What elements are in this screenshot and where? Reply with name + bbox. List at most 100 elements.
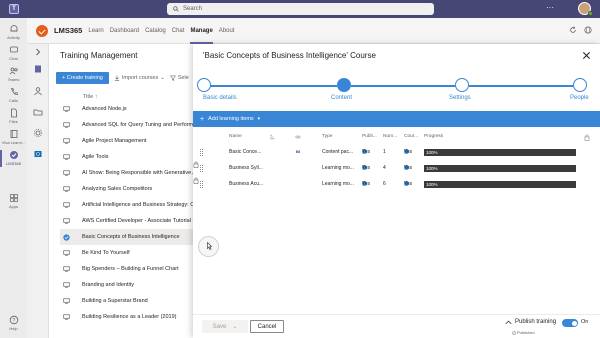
file-icon bbox=[10, 108, 17, 118]
filter-icon bbox=[169, 75, 176, 81]
rail-item-chat[interactable]: Chat bbox=[0, 45, 27, 61]
step-label-content[interactable]: Content bbox=[331, 95, 352, 101]
training-management-panel: Training Management + Create training Im… bbox=[49, 44, 199, 338]
column-header-title[interactable]: Title ↑ bbox=[83, 94, 97, 100]
rail-item-teams[interactable]: Teams bbox=[0, 66, 27, 82]
save-button[interactable]: Save ⌄ bbox=[202, 320, 248, 333]
progress-bar: 100% bbox=[424, 181, 576, 188]
column-header-course[interactable]: Cour... bbox=[404, 134, 418, 139]
list-item[interactable]: Agile Tools bbox=[60, 149, 199, 165]
select-filter-button[interactable]: Sele bbox=[169, 75, 189, 81]
step-label-basic-details[interactable]: Basic details bbox=[203, 95, 237, 101]
publish-toggle[interactable] bbox=[562, 319, 578, 327]
book-icon bbox=[10, 130, 17, 138]
column-header-number[interactable]: Num... bbox=[383, 134, 397, 139]
item-name[interactable]: Business Syll... bbox=[229, 165, 263, 171]
tab-about[interactable]: About bbox=[219, 18, 235, 44]
step-label-settings[interactable]: Settings bbox=[449, 95, 471, 101]
create-training-button[interactable]: + Create training bbox=[56, 72, 109, 84]
step-node-settings[interactable] bbox=[455, 78, 469, 92]
search-input[interactable]: Search bbox=[167, 3, 434, 15]
courses-icon[interactable] bbox=[33, 64, 43, 74]
cancel-button[interactable]: Cancel bbox=[250, 320, 284, 333]
lms-icon bbox=[9, 151, 18, 159]
progress-label: 100% bbox=[426, 182, 438, 187]
list-item[interactable]: Agile Project Management bbox=[60, 133, 199, 149]
table-row[interactable]: Basic Conce... BI Content pac... Yes 1 Yes 100… bbox=[193, 145, 600, 161]
rail-item-calls[interactable]: Calls bbox=[0, 87, 27, 103]
app-tabs: Learn Dashboard Catalog Chat Manage Abou… bbox=[88, 18, 240, 44]
page-title: Training Management bbox=[60, 51, 138, 60]
refresh-icon[interactable] bbox=[569, 26, 577, 34]
select-label: Sele bbox=[177, 75, 189, 81]
column-header-progress[interactable]: Progress bbox=[424, 134, 443, 139]
tab-dashboard[interactable]: Dashboard bbox=[110, 18, 139, 44]
rail-item-activity[interactable]: Activity bbox=[0, 24, 27, 40]
folder-icon[interactable] bbox=[33, 107, 43, 117]
list-toolbar: + Create training Import courses ⌄ Sele bbox=[56, 72, 189, 84]
list-item-label: Building a Superstar Brand bbox=[82, 298, 148, 304]
rail-label: Viva Learni... bbox=[1, 140, 26, 145]
list-item[interactable]: Building Resilience as a Leader (2019) bbox=[60, 309, 199, 325]
step-node-people[interactable] bbox=[573, 78, 587, 92]
course-icon bbox=[60, 154, 72, 160]
rail-item-files[interactable]: Files bbox=[0, 108, 27, 124]
step-label-people[interactable]: People bbox=[570, 95, 589, 101]
step-node-basic-details[interactable] bbox=[197, 78, 211, 92]
list-item[interactable]: Be Kind To Yourself bbox=[60, 245, 199, 261]
add-learning-items-button[interactable]: + Add learning items ▾ bbox=[193, 111, 600, 127]
cancel-label: Cancel bbox=[257, 323, 277, 330]
sort-icon[interactable] bbox=[269, 134, 275, 140]
column-header-type[interactable]: Type bbox=[322, 134, 332, 139]
item-name[interactable]: Basic Conce... bbox=[229, 149, 261, 155]
tab-chat[interactable]: Chat bbox=[172, 18, 185, 44]
list-item-label: AWS Certified Developer - Associate Tuto… bbox=[82, 218, 195, 224]
rail-item-viva-learning[interactable]: Viva Learni... bbox=[0, 129, 27, 145]
progress-label: 100% bbox=[426, 166, 438, 171]
outlook-icon[interactable]: O bbox=[33, 149, 43, 159]
column-header-published[interactable]: Publi... bbox=[362, 134, 377, 139]
list-item-label: AI Show: Being Responsible with Generati… bbox=[82, 170, 197, 176]
table-row[interactable]: Business Acu... Learning mo... Yes 6 Yes 100% bbox=[193, 177, 600, 193]
rail-item-lms365[interactable]: LMS365 bbox=[0, 150, 27, 167]
list-item[interactable]: Analyzing Sales Competitors bbox=[60, 181, 199, 197]
list-item[interactable]: AWS Certified Developer - Associate Tuto… bbox=[60, 213, 199, 229]
tab-catalog[interactable]: Catalog bbox=[145, 18, 166, 44]
rail-item-help[interactable]: ? Help bbox=[0, 315, 27, 331]
link-icon[interactable] bbox=[295, 134, 301, 140]
list-item[interactable]: Advanced Node.js bbox=[60, 101, 199, 117]
more-options-icon[interactable]: ··· bbox=[546, 3, 554, 12]
import-courses-button[interactable]: Import courses ⌄ bbox=[114, 75, 165, 81]
list-item[interactable]: Artificial Intelligence and Business Str… bbox=[60, 197, 199, 213]
drag-handle-icon[interactable] bbox=[200, 181, 203, 188]
course-icon bbox=[60, 122, 72, 128]
list-item[interactable]: Big Spenders – Building a Funnel Chart bbox=[60, 261, 199, 277]
settings-gear-icon[interactable] bbox=[33, 128, 43, 138]
bell-icon bbox=[10, 25, 17, 32]
list-item-label: Big Spenders – Building a Funnel Chart bbox=[82, 266, 179, 272]
save-label: Save bbox=[212, 323, 227, 330]
column-header-name[interactable]: Name bbox=[229, 134, 242, 139]
list-item[interactable]: Advanced SQL for Query Tuning and Perfor… bbox=[60, 117, 199, 133]
rail-item-apps[interactable]: Apps bbox=[0, 193, 27, 209]
publish-training: Publish training bbox=[505, 319, 556, 325]
chat-icon bbox=[9, 46, 18, 53]
item-type: Learning mo... bbox=[322, 181, 354, 187]
globe-icon[interactable] bbox=[584, 26, 592, 34]
drag-handle-icon[interactable] bbox=[200, 165, 203, 172]
chevron-right-icon[interactable] bbox=[33, 47, 43, 57]
drag-handle-icon[interactable] bbox=[200, 149, 203, 156]
list-item[interactable]: Building a Superstar Brand bbox=[60, 293, 199, 309]
list-item[interactable]: Basic Concepts of Business Intelligence bbox=[60, 229, 199, 245]
step-node-content[interactable] bbox=[337, 78, 351, 92]
item-name[interactable]: Business Acu... bbox=[229, 181, 263, 187]
list-item[interactable]: Branding and Identity bbox=[60, 277, 199, 293]
item-number: 1 bbox=[383, 149, 386, 155]
close-icon[interactable] bbox=[582, 51, 591, 60]
tab-manage[interactable]: Manage bbox=[190, 18, 214, 44]
tab-learn[interactable]: Learn bbox=[88, 18, 103, 44]
users-icon[interactable] bbox=[33, 86, 43, 96]
list-item[interactable]: AI Show: Being Responsible with Generati… bbox=[60, 165, 199, 181]
progress-label: 100% bbox=[426, 150, 438, 155]
table-row[interactable]: Business Syll... Learning mo... Yes 4 Yes 100… bbox=[193, 161, 600, 177]
